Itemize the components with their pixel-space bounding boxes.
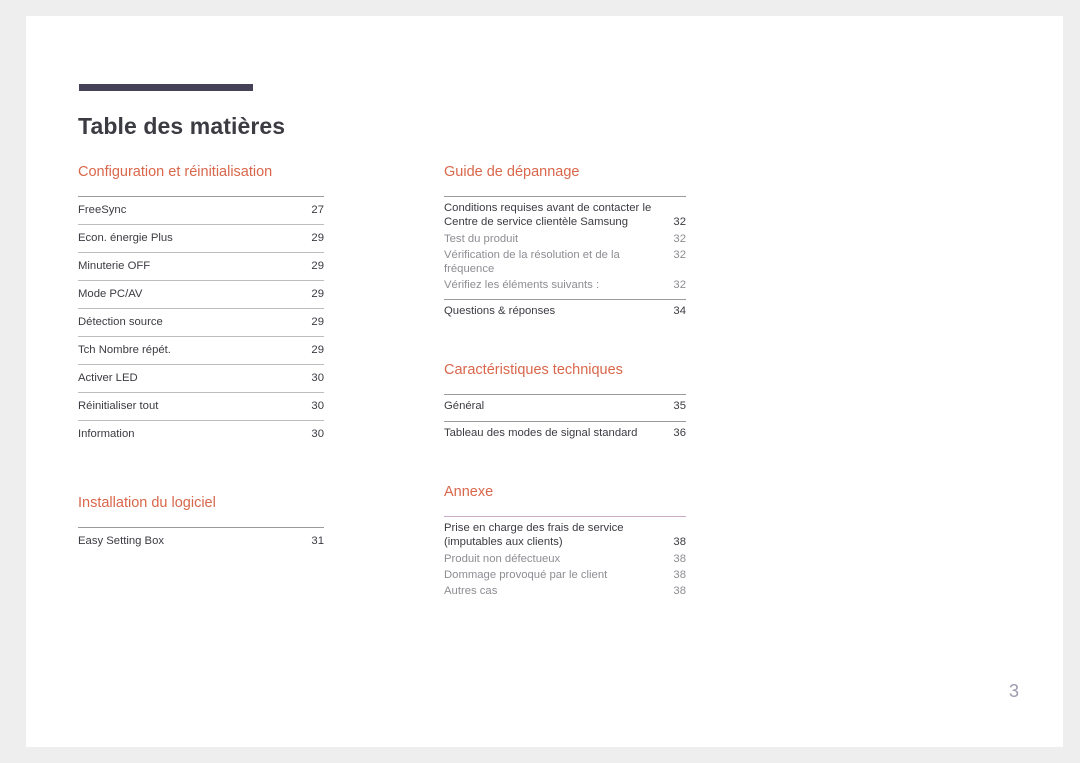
toc-entry-list: Easy Setting Box 31 — [78, 528, 324, 553]
toc-entry-label-continued: (imputables aux clients) — [444, 536, 563, 548]
toc-entry-label: Prise en charge des frais de service — [444, 522, 624, 534]
toc-section-guide-de-depannage: Guide de dépannage Conditions requises av… — [444, 162, 686, 320]
toc-entry[interactable]: Tch Nombre répét. 29 — [78, 337, 324, 365]
toc-entry-page-number: 38 — [673, 536, 686, 548]
toc-entry-list: Prise en charge des frais de service (imp… — [444, 517, 686, 599]
toc-entry[interactable]: Détection source 29 — [78, 309, 324, 337]
toc-entry-label: Autres cas — [444, 585, 498, 597]
toc-column-right: Guide de dépannage Conditions requises av… — [444, 162, 686, 599]
title-accent-bar — [79, 84, 253, 91]
toc-entry[interactable]: Dommage provoqué par le client 38 — [444, 567, 686, 583]
toc-entry-label: Activer LED — [78, 372, 138, 384]
toc-entry-label: Minuterie OFF — [78, 260, 151, 272]
toc-entry-label: Produit non défectueux — [444, 553, 561, 565]
toc-entry-label: Easy Setting Box — [78, 535, 165, 547]
toc-entry-list: Général 35 Tableau des modes de signal sta… — [444, 395, 686, 442]
toc-entry-label: Vérifiez les éléments suivants : — [444, 279, 600, 291]
toc-entry-page-number: 29 — [311, 232, 324, 244]
toc-entry-label: Tch Nombre répét. — [78, 344, 171, 356]
toc-entry-page-number: 29 — [311, 316, 324, 328]
toc-entry-label: FreeSync — [78, 204, 127, 216]
page-sheet: Table des matières Configuration et réin… — [26, 16, 1063, 747]
toc-entry-page-number: 29 — [311, 288, 324, 300]
toc-entry-page-number: 29 — [311, 344, 324, 356]
toc-entry-page-number: 30 — [311, 372, 324, 384]
toc-entry-label: Dommage provoqué par le client — [444, 569, 608, 581]
toc-entry-label: Mode PC/AV — [78, 288, 143, 300]
toc-entry-label: Conditions requises avant de contacter l… — [444, 202, 652, 214]
toc-entry[interactable]: Mode PC/AV 29 — [78, 281, 324, 309]
toc-entry-page-number: 30 — [311, 400, 324, 412]
toc-entry-label: Questions & réponses — [444, 305, 556, 317]
toc-entry-page-number: 38 — [673, 553, 686, 565]
toc-entry-page-number: 34 — [673, 305, 686, 317]
toc-section-heading[interactable]: Installation du logiciel — [78, 493, 324, 516]
toc-entry-page-number: 36 — [673, 427, 686, 439]
toc-entry[interactable]: Test du produit 32 — [444, 231, 686, 247]
toc-section-heading[interactable]: Guide de dépannage — [444, 162, 686, 185]
toc-section-installation-du-logiciel: Installation du logiciel Easy Setting Box… — [78, 493, 324, 553]
toc-entry-page-number: 31 — [311, 535, 324, 547]
toc-section-heading[interactable]: Annexe — [444, 482, 686, 505]
toc-entry-page-number: 32 — [673, 233, 686, 245]
toc-entry-label: Econ. énergie Plus — [78, 232, 173, 244]
toc-entry[interactable]: Réinitialiser tout 30 — [78, 393, 324, 421]
toc-entry[interactable]: Tableau des modes de signal standard 36 — [444, 422, 686, 442]
toc-entry[interactable]: Econ. énergie Plus 29 — [78, 225, 324, 253]
toc-section-heading[interactable]: Caractéristiques techniques — [444, 360, 686, 383]
toc-entry[interactable]: Produit non défectueux 38 — [444, 551, 686, 567]
toc-entry-page-number: 27 — [311, 204, 324, 216]
toc-section-caracteristiques-techniques: Caractéristiques techniques Général 35 Tabl… — [444, 360, 686, 442]
toc-entry[interactable]: Activer LED 30 — [78, 365, 324, 393]
toc-entry[interactable]: Questions & réponses 34 — [444, 300, 686, 320]
toc-entry-label: Test du produit — [444, 233, 519, 245]
toc-entry[interactable]: Easy Setting Box 31 — [78, 528, 324, 553]
toc-entry-page-number: 30 — [311, 428, 324, 440]
toc-section-annexe: Annexe Prise en charge des frais de servi… — [444, 482, 686, 599]
toc-entry[interactable]: Général 35 — [444, 395, 686, 415]
toc-entry-page-number: 29 — [311, 260, 324, 272]
toc-entry[interactable]: Autres cas 38 — [444, 583, 686, 599]
toc-entry[interactable]: Vérifiez les éléments suivants : 32 — [444, 277, 686, 293]
toc-entry[interactable]: Vérification de la résolution et de la f… — [444, 247, 686, 277]
toc-entry-page-number: 35 — [673, 400, 686, 412]
page-title: Table des matières — [78, 113, 286, 140]
toc-entry-page-number: 38 — [673, 585, 686, 597]
toc-entry-page-number: 32 — [673, 279, 686, 291]
toc-entry-label: Vérification de la résolution et de la f… — [444, 249, 620, 275]
toc-entry-list: Conditions requises avant de contacter l… — [444, 197, 686, 320]
toc-column-left: Configuration et réinitialisation FreeSyn… — [78, 162, 324, 553]
toc-entry-page-number: 32 — [673, 249, 686, 261]
toc-entry[interactable]: Prise en charge des frais de service (imp… — [444, 517, 686, 551]
toc-entry[interactable]: Conditions requises avant de contacter l… — [444, 197, 686, 231]
toc-entry-page-number: 32 — [673, 216, 686, 228]
toc-entry-label: Information — [78, 428, 135, 440]
toc-entry-label: Général — [444, 400, 485, 412]
toc-entry-list: FreeSync 27 Econ. énergie Plus 29 Minuterie … — [78, 197, 324, 446]
toc-entry[interactable]: FreeSync 27 — [78, 197, 324, 225]
toc-entry-label: Réinitialiser tout — [78, 400, 159, 412]
toc-entry-label-continued: Centre de service clientèle Samsung — [444, 216, 628, 228]
toc-entry[interactable]: Minuterie OFF 29 — [78, 253, 324, 281]
toc-entry-label: Tableau des modes de signal standard — [444, 427, 638, 439]
toc-section-heading[interactable]: Configuration et réinitialisation — [78, 162, 324, 185]
toc-entry[interactable]: Information 30 — [78, 421, 324, 446]
toc-entry-label: Détection source — [78, 316, 163, 328]
toc-section-configuration-et-reinitialisation: Configuration et réinitialisation FreeSyn… — [78, 162, 324, 446]
toc-entry-page-number: 38 — [673, 569, 686, 581]
page-number: 3 — [1008, 681, 1019, 701]
